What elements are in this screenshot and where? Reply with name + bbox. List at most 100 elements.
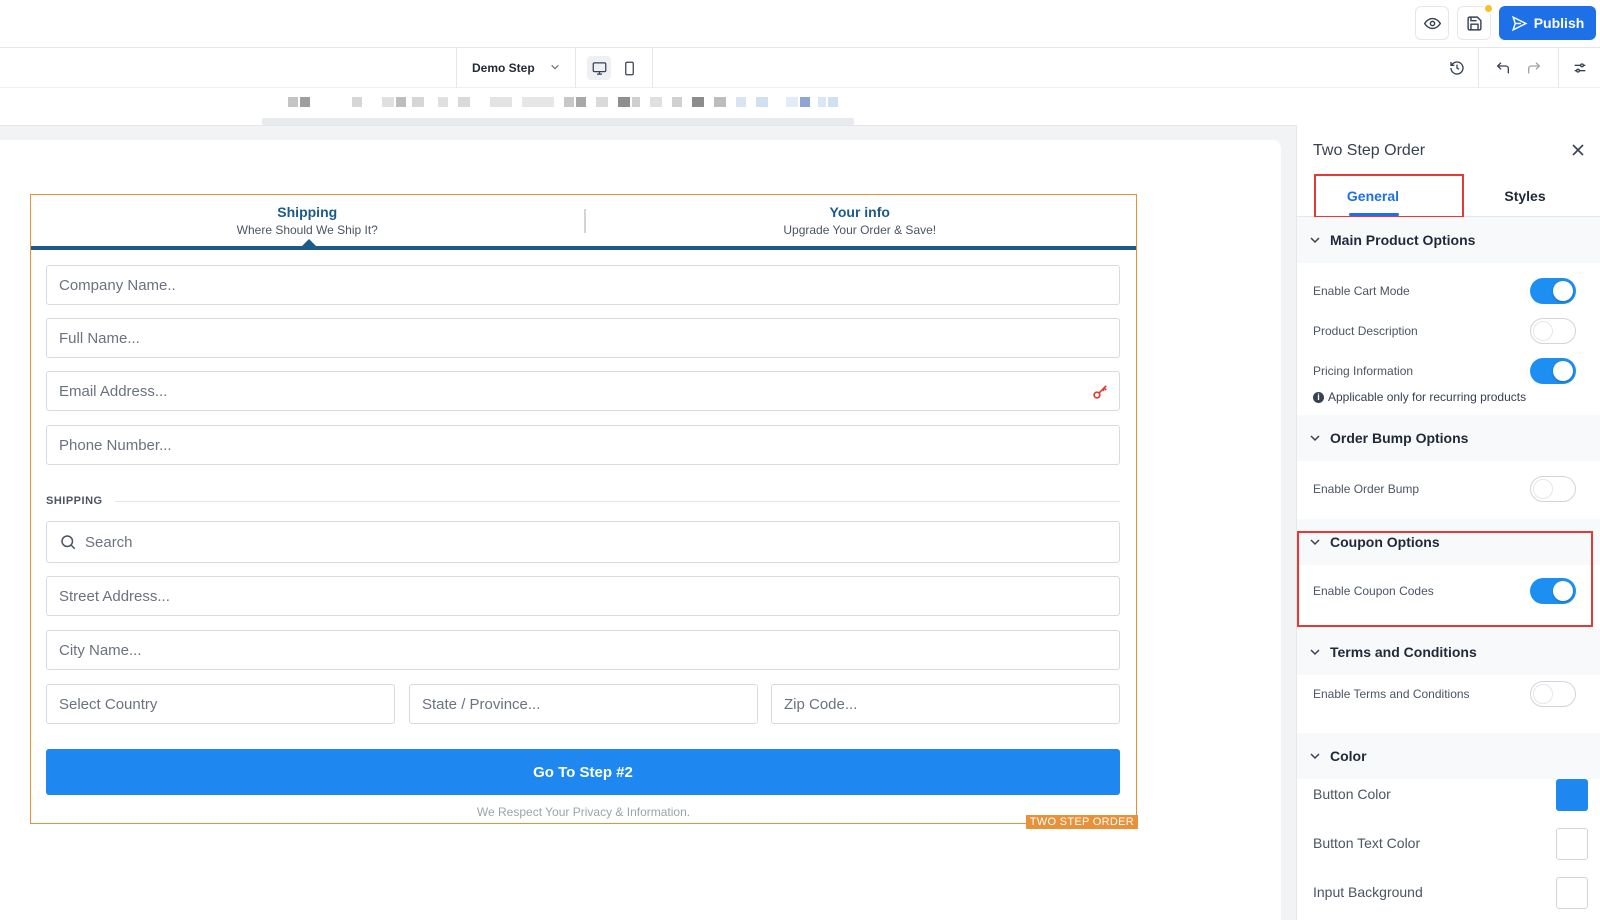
zip-placeholder: Zip Code...	[784, 695, 858, 713]
section-terms-and-conditions[interactable]: Terms and Conditions	[1297, 629, 1600, 675]
step-tabs: Shipping Where Should We Ship It? Your i…	[31, 195, 1136, 250]
state-field[interactable]: State / Province...	[409, 684, 758, 724]
enable-terms-toggle[interactable]	[1530, 681, 1576, 707]
panel-tabs: General Styles	[1297, 175, 1600, 217]
notification-dot	[1483, 3, 1494, 14]
chevron-down-icon	[1310, 753, 1320, 760]
redo-button[interactable]	[1524, 58, 1544, 78]
country-select[interactable]: Select Country	[46, 684, 395, 724]
top-bar: Publish	[0, 0, 1600, 48]
publish-label: Publish	[1533, 15, 1585, 31]
button-color-swatch[interactable]	[1556, 779, 1588, 811]
country-placeholder: Select Country	[59, 695, 158, 713]
element-tag: TWO STEP ORDER	[1025, 815, 1138, 829]
active-tab-underline	[1349, 213, 1399, 216]
step-title: Your info	[829, 204, 890, 220]
pricing-note: i Applicable only for recurring products	[1313, 390, 1526, 404]
step-tab-your-info[interactable]: Your info Upgrade Your Order & Save!	[584, 203, 1137, 239]
search-icon	[61, 535, 76, 550]
eye-icon	[1423, 17, 1441, 29]
save-icon	[1466, 15, 1482, 31]
email-placeholder: Email Address...	[59, 382, 168, 400]
step-subtitle: Where Should We Ship It?	[236, 223, 378, 237]
save-button[interactable]	[1457, 3, 1494, 40]
section-order-bump-options[interactable]: Order Bump Options	[1297, 415, 1600, 461]
undo-button[interactable]	[1493, 58, 1513, 78]
product-description-label: Product Description	[1313, 324, 1418, 338]
tab-general[interactable]: General	[1297, 175, 1449, 217]
city-field[interactable]: City Name...	[46, 630, 1120, 670]
pricing-information-toggle[interactable]	[1530, 358, 1576, 384]
chevron-down-icon	[1310, 539, 1320, 546]
step-selector[interactable]: Demo Step	[456, 48, 576, 88]
section-title: Coupon Options	[1330, 534, 1440, 550]
desktop-icon	[592, 61, 606, 75]
phone-placeholder: Phone Number...	[59, 436, 172, 454]
publish-button[interactable]: Publish	[1499, 6, 1596, 40]
section-divider	[115, 501, 1120, 502]
preview-button[interactable]	[1415, 6, 1449, 40]
editor-canvas: Shipping Where Should We Ship It? Your i…	[0, 125, 1296, 920]
email-field[interactable]: Email Address...	[46, 371, 1120, 411]
toolbar-divider	[1478, 48, 1479, 88]
button-color-label: Button Color	[1313, 786, 1391, 802]
street-placeholder: Street Address...	[59, 587, 170, 605]
chevron-down-icon	[1310, 435, 1320, 442]
shipping-section-label: SHIPPING	[46, 495, 103, 507]
panel-title: Two Step Order	[1313, 142, 1426, 159]
sliders-icon	[1574, 63, 1586, 73]
toolbar-divider	[1558, 48, 1559, 88]
tab-styles[interactable]: Styles	[1449, 175, 1600, 217]
blurred-breadcrumb	[0, 88, 1296, 125]
pricing-information-label: Pricing Information	[1313, 364, 1414, 378]
active-step-indicator	[302, 239, 316, 246]
section-title: Color	[1330, 748, 1367, 764]
redo-icon	[1528, 62, 1541, 74]
toolbar-divider	[652, 48, 653, 88]
go-to-step-2-button[interactable]: Go To Step #2	[46, 749, 1120, 795]
mobile-icon	[624, 61, 634, 75]
mobile-view-button[interactable]	[617, 56, 641, 80]
city-placeholder: City Name...	[59, 641, 142, 659]
page-preview: Shipping Where Should We Ship It? Your i…	[0, 140, 1281, 920]
full-name-field[interactable]: Full Name...	[46, 318, 1120, 358]
key-icon[interactable]	[1092, 383, 1109, 400]
step-subtitle: Upgrade Your Order & Save!	[783, 223, 937, 237]
horizontal-scrollbar[interactable]	[262, 118, 854, 125]
street-address-field[interactable]: Street Address...	[46, 576, 1120, 616]
full-name-placeholder: Full Name...	[59, 329, 140, 347]
enable-coupon-codes-toggle[interactable]	[1530, 578, 1576, 604]
address-search-field[interactable]: Search	[46, 521, 1120, 563]
settings-button[interactable]	[1570, 58, 1590, 78]
history-button[interactable]	[1447, 58, 1467, 78]
input-background-swatch[interactable]	[1556, 877, 1588, 909]
close-icon[interactable]	[1570, 142, 1586, 158]
two-step-order-element[interactable]: Shipping Where Should We Ship It? Your i…	[30, 194, 1138, 829]
enable-terms-label: Enable Terms and Conditions	[1313, 687, 1470, 701]
step-tab-shipping[interactable]: Shipping Where Should We Ship It?	[31, 203, 584, 239]
section-coupon-options[interactable]: Coupon Options	[1297, 519, 1600, 565]
enable-order-bump-label: Enable Order Bump	[1313, 482, 1420, 496]
section-main-product-options[interactable]: Main Product Options	[1297, 217, 1600, 263]
enable-order-bump-toggle[interactable]	[1530, 476, 1576, 502]
history-icon	[1450, 61, 1464, 75]
input-background-label: Input Background	[1313, 884, 1423, 900]
section-title: Order Bump Options	[1330, 430, 1469, 446]
button-text-color-swatch[interactable]	[1556, 828, 1588, 860]
phone-field[interactable]: Phone Number...	[46, 425, 1120, 465]
info-icon: i	[1313, 391, 1324, 403]
send-icon	[1511, 15, 1528, 31]
enable-cart-mode-label: Enable Cart Mode	[1313, 284, 1410, 298]
enable-cart-mode-toggle[interactable]	[1530, 278, 1576, 304]
zip-field[interactable]: Zip Code...	[771, 684, 1120, 724]
product-description-toggle[interactable]	[1530, 318, 1576, 344]
search-placeholder: Search	[85, 533, 133, 551]
section-color[interactable]: Color	[1297, 733, 1600, 779]
chevron-down-icon	[551, 64, 559, 70]
step-title: Shipping	[277, 204, 338, 220]
company-name-field[interactable]: Company Name..	[46, 265, 1120, 305]
state-placeholder: State / Province...	[422, 695, 541, 713]
step-name: Demo Step	[472, 61, 535, 75]
desktop-view-button[interactable]	[587, 56, 611, 80]
pricing-note-text: Applicable only for recurring products	[1328, 390, 1527, 404]
